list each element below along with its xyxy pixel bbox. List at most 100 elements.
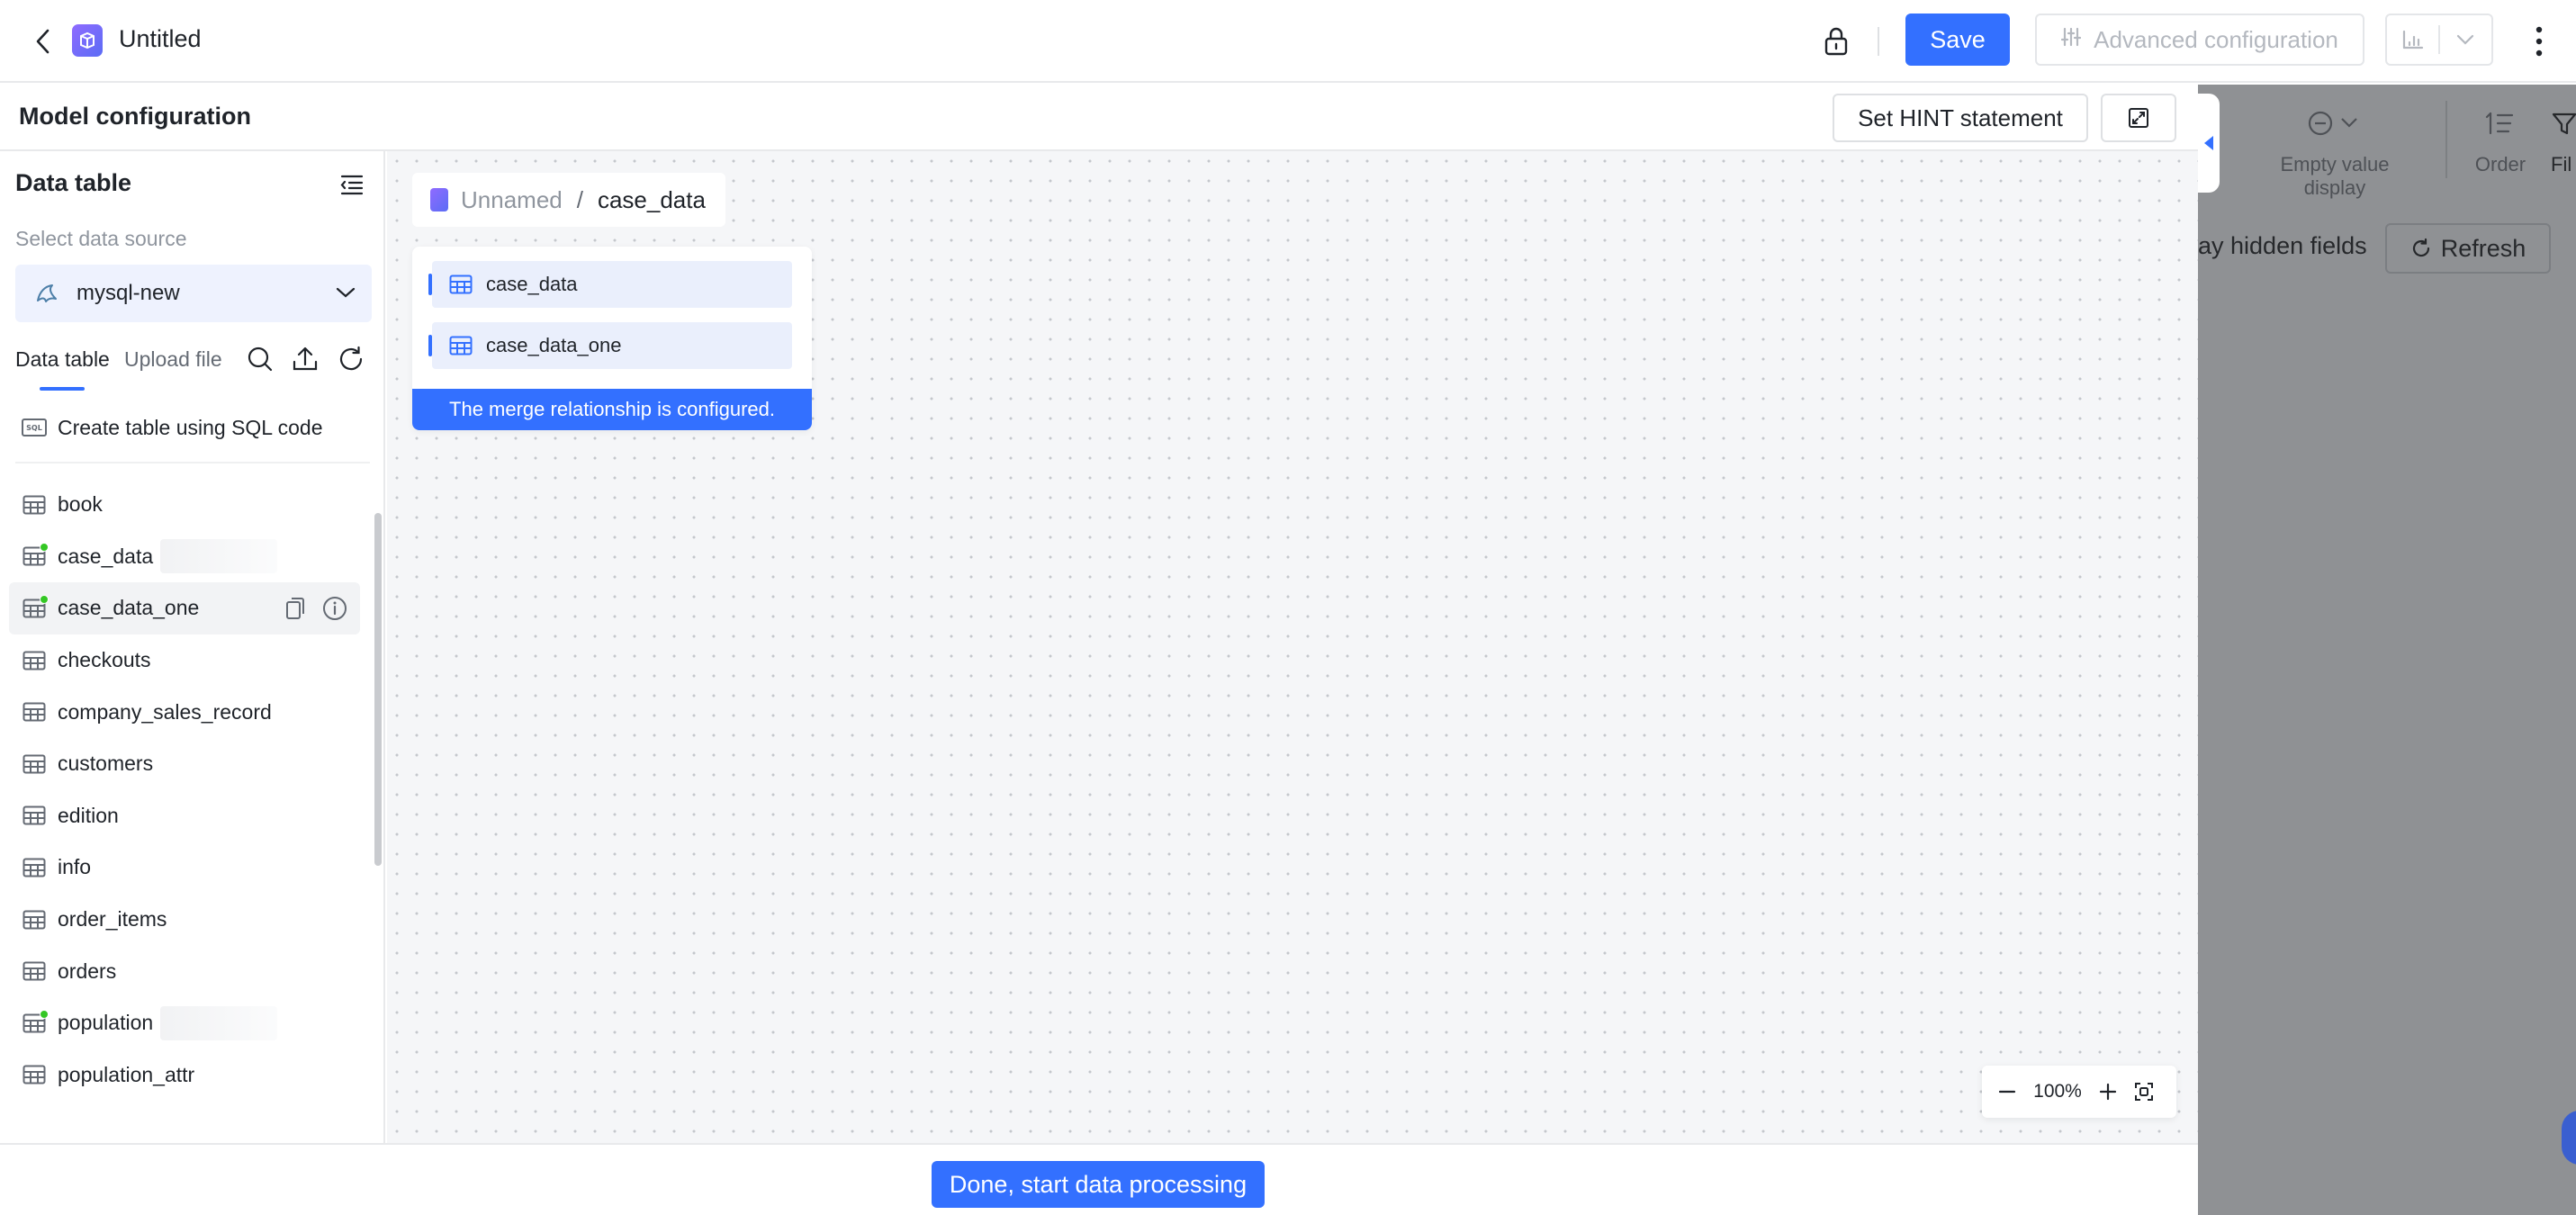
active-tab-indicator — [40, 387, 85, 391]
sidebar-table-item[interactable]: company_sales_record — [9, 686, 360, 738]
bottom-action-bar: Done, start data processing — [0, 1143, 2198, 1215]
refresh-label: Refresh — [2440, 234, 2526, 262]
scrollbar[interactable] — [374, 513, 382, 866]
table-list: book case_data case_data_one checkouts compa… — [9, 479, 360, 1101]
in-use-dot — [40, 1009, 49, 1019]
refresh-button[interactable]: Refresh — [2385, 223, 2551, 274]
table-icon — [22, 1064, 47, 1085]
chevron-down-icon[interactable] — [2440, 15, 2491, 64]
sidebar-table-item[interactable]: population_attr — [9, 1049, 360, 1102]
sidebar-table-item[interactable]: order_items — [9, 894, 360, 946]
zoom-level: 100% — [2033, 1081, 2082, 1102]
breadcrumb-current: case_data — [597, 185, 706, 213]
in-use-dot — [40, 543, 49, 553]
order-button[interactable]: Order — [2464, 110, 2536, 176]
divider — [15, 462, 370, 464]
collapse-panel-toggle[interactable] — [2198, 94, 2220, 193]
table-icon — [448, 335, 473, 356]
sort-order-icon — [2485, 112, 2514, 135]
table-icon — [22, 1009, 49, 1034]
tab-data-table[interactable]: Data table — [15, 347, 110, 372]
done-start-processing-button[interactable]: Done, start data processing — [932, 1161, 1265, 1208]
filter-button[interactable]: Fil — [2551, 110, 2576, 176]
node-indicator — [428, 335, 432, 356]
top-bar: Untitled Save Advanced configuration — [0, 0, 2576, 83]
table-name: edition — [58, 803, 119, 827]
chevron-down-icon — [332, 279, 359, 306]
model-configuration-title: Model configuration — [19, 103, 251, 130]
zoom-in-icon[interactable] — [2090, 1074, 2126, 1110]
divider — [1878, 27, 1879, 56]
chart-type-dropdown[interactable] — [2385, 14, 2493, 66]
save-button[interactable]: Save — [1905, 14, 2010, 66]
caret-left-icon — [2204, 136, 2213, 150]
canvas-node[interactable]: case_data — [428, 261, 792, 308]
node-indicator — [428, 274, 432, 295]
data-source-value: mysql-new — [77, 281, 180, 305]
search-icon[interactable] — [245, 344, 275, 374]
redacted-info — [160, 539, 278, 574]
table-name: info — [58, 855, 92, 879]
sidebar-table-item[interactable]: case_data_one — [9, 582, 360, 634]
empty-value-display-label: Empty value display — [2280, 153, 2390, 199]
collapse-list-icon[interactable] — [337, 169, 367, 200]
sidebar-table-item[interactable]: orders — [9, 945, 360, 997]
advanced-configuration-button[interactable]: Advanced configuration — [2035, 14, 2364, 66]
table-name: orders — [58, 958, 117, 983]
table-name: order_items — [58, 907, 167, 932]
order-label: Order — [2474, 153, 2526, 176]
table-name: case_data — [58, 544, 154, 568]
table-icon — [22, 805, 47, 826]
sidebar-table-item[interactable]: edition — [9, 790, 360, 842]
copy-icon[interactable] — [281, 594, 310, 623]
sidebar-table-item[interactable]: population — [9, 997, 360, 1049]
panel-toolbar: Empty value display Order Fil — [2198, 85, 2576, 199]
zoom-out-icon[interactable] — [1989, 1074, 2025, 1110]
bar-chart-icon[interactable] — [2387, 15, 2438, 64]
upload-icon[interactable] — [290, 344, 320, 374]
breadcrumb-separator: / — [576, 185, 583, 213]
sidebar-table-item[interactable]: book — [9, 479, 360, 531]
app-logo-icon — [72, 24, 103, 57]
breadcrumb: Unnamed / case_data — [412, 173, 725, 227]
refresh-icon[interactable] — [336, 344, 366, 374]
empty-value-display-button[interactable]: Empty value display — [2254, 110, 2416, 200]
tab-upload-file[interactable]: Upload file — [124, 347, 222, 372]
filter-label: Fil — [2551, 153, 2572, 176]
sidebar-table-item[interactable]: info — [9, 842, 360, 894]
redacted-info — [160, 1005, 278, 1040]
more-vertical-icon[interactable] — [2526, 22, 2553, 61]
floating-assistant-button[interactable] — [2562, 1111, 2576, 1165]
create-table-sql-label: Create table using SQL code — [58, 415, 323, 439]
page-title[interactable]: Untitled — [119, 25, 202, 53]
table-icon — [22, 909, 47, 931]
table-icon — [22, 494, 47, 516]
model-canvas[interactable]: Unnamed / case_data case_data case_data_… — [387, 151, 2198, 1143]
mysql-icon — [33, 280, 60, 307]
breadcrumb-root[interactable]: Unnamed — [461, 186, 563, 214]
back-arrow-icon[interactable] — [27, 23, 59, 59]
info-icon[interactable] — [320, 594, 349, 623]
model-icon — [430, 188, 448, 212]
display-hidden-fields-toggle[interactable]: ay hidden fields — [2198, 232, 2367, 260]
table-name: case_data_one — [58, 596, 200, 620]
sidebar-table-item[interactable]: case_data — [9, 531, 360, 583]
fit-to-screen-icon[interactable] — [2126, 1074, 2162, 1110]
table-icon — [22, 701, 47, 723]
field-settings-panel: Empty value display Order Fil ay hidden … — [2198, 85, 2576, 1215]
data-source-select[interactable]: mysql-new — [15, 265, 372, 322]
empty-value-icon — [2308, 111, 2357, 136]
set-hint-statement-button[interactable]: Set HINT statement — [1833, 94, 2088, 142]
table-name: checkouts — [58, 648, 151, 672]
table-name: company_sales_record — [58, 699, 272, 724]
sidebar-table-item[interactable]: checkouts — [9, 634, 360, 687]
canvas-node[interactable]: case_data_one — [428, 322, 792, 369]
sidebar-table-item[interactable]: customers — [9, 738, 360, 790]
table-icon — [22, 753, 47, 775]
zoom-controls: 100% — [1982, 1066, 2176, 1118]
create-table-sql-button[interactable]: SQL Create table using SQL code — [9, 405, 360, 450]
lock-icon[interactable] — [1818, 22, 1854, 61]
table-name: book — [58, 492, 103, 517]
data-table-sidebar: Data table Select data source mysql-new … — [0, 151, 385, 1143]
expand-icon[interactable] — [2101, 94, 2176, 142]
